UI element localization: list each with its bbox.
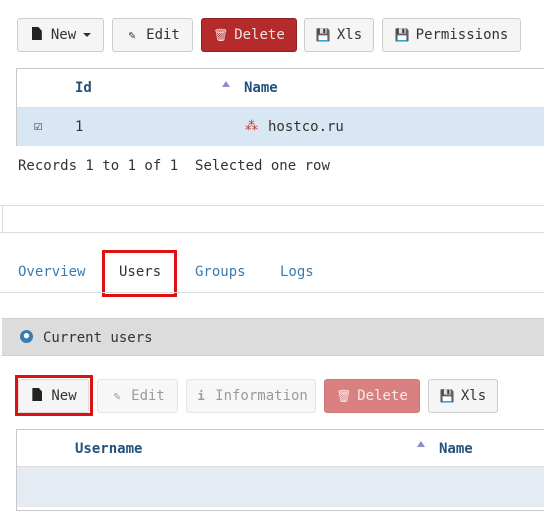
xls-label: Xls [336, 27, 363, 43]
users-edit-button[interactable]: ✎ Edit [97, 379, 178, 413]
panel-header: ● Current users [2, 318, 544, 356]
column-header-user-name[interactable]: Name [439, 441, 473, 457]
sort-asc-icon [417, 441, 425, 447]
row-name: hostco.ru [268, 119, 344, 135]
save-icon: 💾 [315, 28, 331, 42]
tab-groups[interactable]: Groups [195, 264, 246, 280]
edit-icon: ✎ [128, 28, 136, 42]
trash-icon: 🗑 [336, 389, 352, 403]
tab-overview[interactable]: Overview [18, 264, 85, 280]
user-circle-icon: ● [20, 330, 33, 343]
column-header-name[interactable]: Name [244, 80, 278, 96]
new-button[interactable]: New [17, 18, 104, 52]
users-delete-label: Delete [357, 388, 408, 404]
save-icon: 💾 [394, 28, 410, 42]
divider [0, 205, 544, 206]
row-id: 1 [75, 119, 84, 135]
grid-header: Id Name [17, 69, 544, 107]
users-grid: Username Name [16, 429, 544, 511]
column-header-username[interactable]: Username [75, 441, 142, 457]
users-information-button[interactable]: i Information [186, 379, 316, 413]
panel-title: Current users [43, 330, 153, 346]
highlight-new-button [15, 375, 93, 416]
xls-button[interactable]: 💾 Xls [304, 18, 374, 52]
trash-icon: 🗑 [213, 28, 229, 42]
sort-asc-icon [222, 81, 230, 87]
empty-row [17, 467, 544, 507]
users-grid-header: Username Name [17, 430, 544, 466]
left-border [2, 205, 3, 233]
edit-icon: ✎ [113, 389, 121, 403]
users-xls-button[interactable]: 💾 Xls [428, 379, 498, 413]
domains-grid: Id Name ☑ 1 ⁂ hostco.ru [16, 68, 544, 146]
users-xls-label: Xls [460, 388, 487, 404]
save-icon: 💾 [439, 389, 455, 403]
users-delete-button[interactable]: 🗑 Delete [324, 379, 420, 413]
delete-button[interactable]: 🗑 Delete [201, 18, 297, 52]
users-information-label: Information [215, 388, 308, 404]
checkbox-checked-icon[interactable]: ☑ [34, 118, 42, 134]
edit-button[interactable]: ✎ Edit [112, 18, 193, 52]
tabs-bottom-line [0, 292, 544, 293]
info-icon: i [197, 389, 205, 403]
table-row[interactable]: ☑ 1 ⁂ hostco.ru [17, 108, 544, 146]
domain-icon: ⁂ [245, 119, 258, 134]
new-label: New [50, 27, 77, 43]
chevron-down-icon [83, 33, 92, 37]
tab-logs[interactable]: Logs [280, 264, 314, 280]
file-icon [30, 27, 44, 43]
delete-label: Delete [234, 27, 285, 43]
permissions-button[interactable]: 💾 Permissions [382, 18, 521, 52]
edit-label: Edit [146, 27, 180, 43]
column-header-id[interactable]: Id [75, 80, 92, 96]
records-status: Records 1 to 1 of 1 Selected one row [18, 158, 330, 174]
users-edit-label: Edit [131, 388, 165, 404]
permissions-label: Permissions [415, 27, 509, 43]
divider [0, 232, 544, 233]
highlight-users-tab [102, 250, 177, 297]
